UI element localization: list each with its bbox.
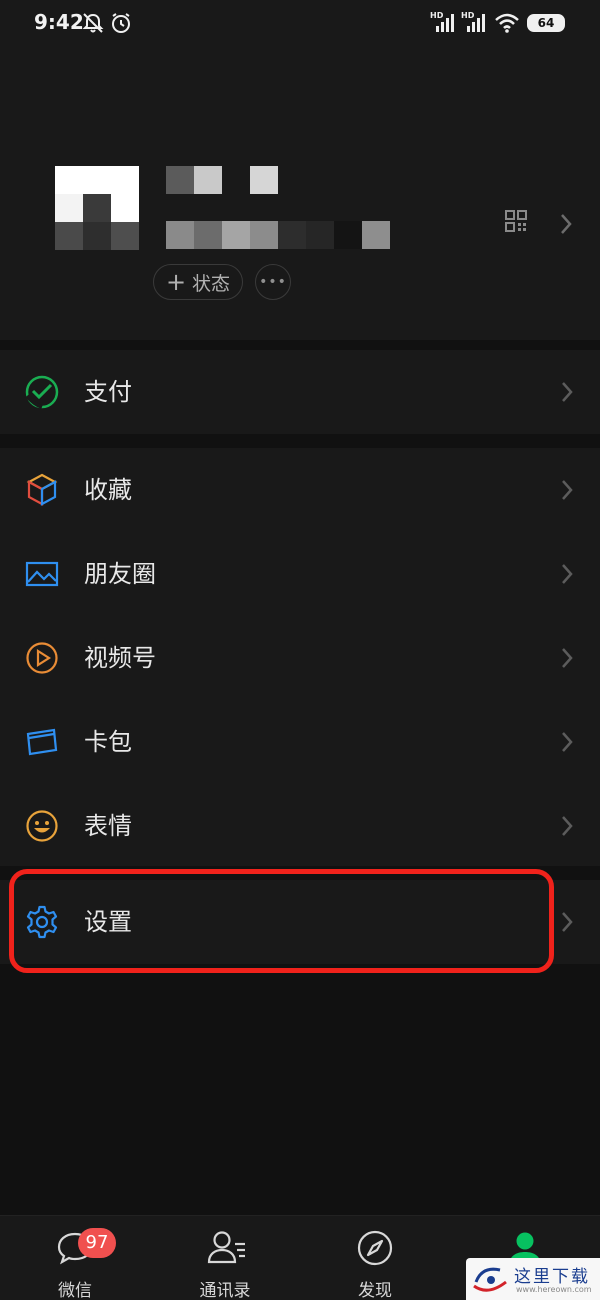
menu-item-card-wallet[interactable]: 卡包 <box>0 700 600 784</box>
plus-icon: + <box>165 268 187 296</box>
tab-label: 通讯录 <box>199 1281 251 1300</box>
avatar[interactable] <box>55 166 139 250</box>
chevron-right-icon <box>562 480 573 500</box>
status-label: 状态 <box>192 272 231 295</box>
moments-photo-icon <box>25 561 59 587</box>
menu-item-label: 朋友圈 <box>84 560 156 588</box>
tab-discover[interactable]: 发现 <box>325 1224 425 1300</box>
unread-badge: 97 <box>78 1228 116 1258</box>
chevron-right-icon <box>562 912 573 932</box>
site-watermark: 这里下载 www.hereown.com <box>466 1258 600 1300</box>
watermark-url: www.hereown.com <box>516 1285 592 1294</box>
tab-contacts[interactable]: 通讯录 <box>175 1224 275 1300</box>
qr-code-icon[interactable] <box>505 210 527 232</box>
nickname-redacted <box>166 166 286 194</box>
mute-bell-icon <box>82 13 104 33</box>
status-time: 9:42 <box>34 10 84 34</box>
signal-icon: HD <box>461 11 485 32</box>
profile-header[interactable]: + 状态 ••• <box>0 46 600 340</box>
menu-item-channels[interactable]: 视频号 <box>0 616 600 700</box>
features-group: 收藏 朋友圈 视频号 卡包 表情 <box>0 448 600 866</box>
signal-icon: HD <box>430 11 454 32</box>
sticker-smile-icon <box>26 810 58 842</box>
chevron-right-icon <box>562 816 573 836</box>
highlight-annotation <box>9 869 554 973</box>
battery-indicator: 64 <box>527 14 565 32</box>
svg-text:HD: HD <box>430 11 444 20</box>
compass-icon <box>357 1230 393 1266</box>
wifi-icon <box>495 13 519 33</box>
pay-group: 支付 <box>0 350 600 434</box>
svg-text:HD: HD <box>461 11 475 20</box>
menu-item-label: 视频号 <box>84 644 156 672</box>
status-bar: 9:42 HD HD 64 <box>0 0 600 46</box>
menu-item-moments[interactable]: 朋友圈 <box>0 532 600 616</box>
chevron-right-icon <box>562 564 573 584</box>
menu-item-favorites[interactable]: 收藏 <box>0 448 600 532</box>
contacts-icon <box>207 1231 245 1264</box>
wechat-pay-icon <box>25 375 59 409</box>
add-status-button[interactable]: + 状态 <box>153 264 243 300</box>
tab-label: 发现 <box>358 1281 392 1300</box>
chevron-right-icon <box>562 648 573 668</box>
watermark-logo-icon <box>473 1267 507 1292</box>
favorites-cube-icon <box>26 473 58 506</box>
chevron-right-icon <box>561 214 572 234</box>
more-status-button[interactable]: ••• <box>255 264 291 300</box>
alarm-icon <box>112 13 130 33</box>
menu-item-stickers[interactable]: 表情 <box>0 784 600 868</box>
more-dots-icon: ••• <box>259 274 287 290</box>
chevron-right-icon <box>562 732 573 752</box>
wechat-id-redacted <box>166 221 396 249</box>
card-wallet-icon <box>26 728 58 756</box>
menu-item-label: 支付 <box>84 378 132 406</box>
menu-item-label: 卡包 <box>84 728 132 756</box>
tab-label: 微信 <box>58 1281 92 1300</box>
menu-item-pay[interactable]: 支付 <box>0 350 600 434</box>
chevron-right-icon <box>562 382 573 402</box>
menu-item-label: 表情 <box>84 812 132 840</box>
watermark-text: 这里下载 <box>514 1267 590 1287</box>
channels-play-icon <box>26 642 58 674</box>
tab-chats[interactable]: 97 微信 <box>25 1224 125 1300</box>
menu-item-label: 收藏 <box>84 476 132 504</box>
